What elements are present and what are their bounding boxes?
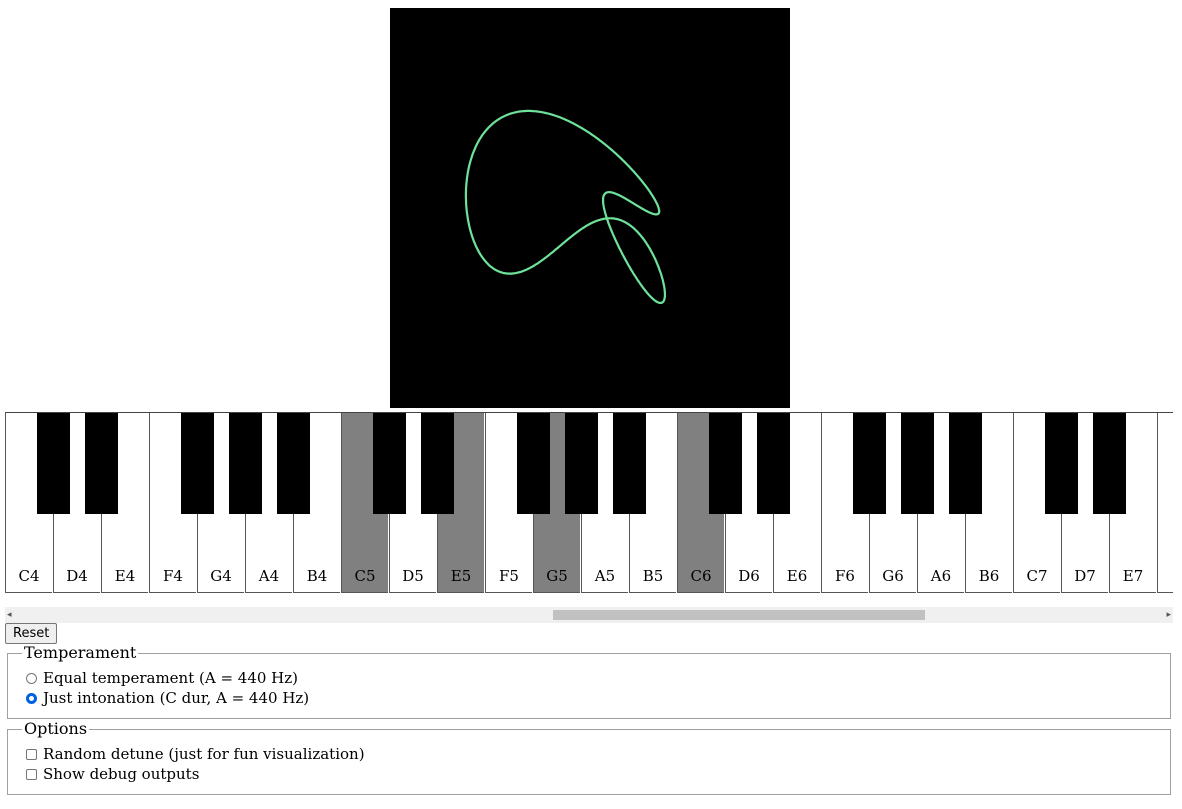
just-intonation-radio[interactable] [26, 693, 37, 704]
piano-key-label: E6 [786, 567, 808, 585]
equal-temperament-option[interactable]: Equal temperament (A = 440 Hz) [26, 669, 298, 687]
piano-key-label: E4 [114, 567, 136, 585]
options-legend: Options [22, 719, 90, 738]
piano-key-label: E7 [1122, 567, 1144, 585]
equal-temperament-radio[interactable] [26, 673, 37, 684]
piano-black-key[interactable] [1045, 413, 1078, 514]
equal-temperament-label[interactable]: Equal temperament (A = 440 Hz) [43, 669, 298, 687]
piano-black-key[interactable] [373, 413, 406, 514]
piano-key-label: A4 [258, 567, 280, 585]
piano-black-key[interactable] [853, 413, 886, 514]
just-intonation-option[interactable]: Just intonation (C dur, A = 440 Hz) [26, 689, 309, 707]
piano-black-key[interactable] [421, 413, 454, 514]
scroll-right-icon[interactable]: ▸ [1166, 610, 1171, 620]
random-detune-label[interactable]: Random detune (just for fun visualizatio… [43, 745, 365, 763]
piano-key-label: D5 [402, 567, 424, 585]
reset-button[interactable]: Reset [5, 623, 58, 644]
debug-output-option[interactable]: Show debug outputs [26, 765, 199, 783]
piano-black-key[interactable] [613, 413, 646, 514]
piano-black-key[interactable] [901, 413, 934, 514]
piano-key-label: C4 [18, 567, 40, 585]
random-detune-checkbox[interactable] [26, 749, 37, 760]
piano-key-label: C6 [690, 567, 712, 585]
piano-black-key[interactable] [181, 413, 214, 514]
temperament-legend: Temperament [22, 643, 139, 662]
just-intonation-label[interactable]: Just intonation (C dur, A = 440 Hz) [43, 689, 309, 707]
debug-output-checkbox[interactable] [26, 769, 37, 780]
piano-key-label: D4 [66, 567, 88, 585]
piano-keyboard[interactable]: C4 D4 E4 F4 G4 A4 B4 C5 D5 E5 F5 G5 A5 B5 C6 D6 E6 F6 G6 A6… [5, 412, 1173, 595]
piano-key-partial[interactable] [1157, 413, 1173, 593]
piano-black-key[interactable] [565, 413, 598, 514]
oscilloscope-canvas [390, 8, 790, 408]
lissajous-trace [464, 109, 666, 304]
piano-black-key[interactable] [757, 413, 790, 514]
piano-key-label: G5 [546, 567, 568, 585]
piano-key-label: C7 [1026, 567, 1048, 585]
options-fieldset: Options Random detune (just for fun visu… [7, 720, 1171, 795]
debug-output-label[interactable]: Show debug outputs [43, 765, 199, 783]
trace-path [464, 109, 666, 304]
piano-key-label: C5 [354, 567, 376, 585]
piano-key-label: F6 [835, 567, 855, 585]
piano-key-label: D7 [1074, 567, 1096, 585]
scroll-left-icon[interactable]: ◂ [7, 610, 12, 620]
piano-key-label: F5 [499, 567, 519, 585]
horizontal-scrollbar[interactable]: ◂ ▸ [5, 607, 1173, 623]
piano-black-key[interactable] [85, 413, 118, 514]
piano-key-label: A6 [930, 567, 952, 585]
piano-key-label: E5 [450, 567, 472, 585]
piano-black-key[interactable] [229, 413, 262, 514]
temperament-fieldset: Temperament Equal temperament (A = 440 H… [7, 644, 1171, 719]
piano-black-key[interactable] [949, 413, 982, 514]
random-detune-option[interactable]: Random detune (just for fun visualizatio… [26, 745, 365, 763]
piano-key-label: F4 [163, 567, 183, 585]
piano-black-key[interactable] [517, 413, 550, 514]
piano-key-label: B4 [306, 567, 328, 585]
piano-key-label: B5 [642, 567, 664, 585]
piano-black-key[interactable] [277, 413, 310, 514]
piano-key-label: A5 [594, 567, 616, 585]
piano-black-key[interactable] [37, 413, 70, 514]
piano-black-key[interactable] [709, 413, 742, 514]
scrollbar-thumb[interactable] [553, 610, 925, 620]
piano-key-label: D6 [738, 567, 760, 585]
piano-key-label: B6 [978, 567, 1000, 585]
piano-key-label: G6 [882, 567, 904, 585]
piano-key-label: G4 [210, 567, 232, 585]
piano-black-key[interactable] [1093, 413, 1126, 514]
